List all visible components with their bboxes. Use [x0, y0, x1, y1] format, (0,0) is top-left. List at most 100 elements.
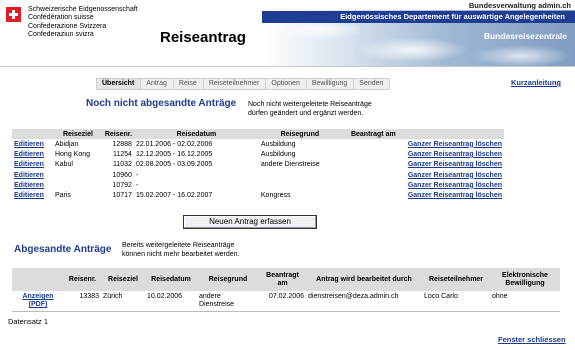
cell-number: 10792: [112, 181, 132, 189]
header-divider: [0, 66, 575, 67]
table-row: Editieren Kabul 11032 02.08.2005 - 03.09…: [12, 160, 504, 170]
table-row: Editieren Hong Kong 11254 12.12.2005 - 1…: [12, 149, 504, 159]
unsent-requests-table: Reiseziel Reisenr. Reisedatum Reisegrund…: [12, 129, 504, 201]
cell-requested: [341, 170, 406, 180]
table-row: Editieren Abidjan 12888 22.01.2006 - 02.…: [12, 139, 504, 149]
quick-guide-link[interactable]: Kurzanleitung: [511, 78, 561, 87]
column-header-date: Reisedatum: [145, 268, 197, 291]
table-divider: [12, 311, 560, 312]
cell-date: 02.08.2005 - 03.09.2005: [135, 161, 213, 169]
edit-link[interactable]: Editieren: [12, 180, 53, 190]
unsent-description-line: dürfen geändert und ergänzt werden.: [248, 110, 364, 117]
table-row: Editieren 10960 - Ganzer Reiseantrag lös…: [12, 170, 504, 180]
unsent-section-title: Noch nicht abgesandte Anträge: [86, 98, 237, 109]
column-header-reason: Reisegrund: [258, 129, 341, 139]
department-name: Eidgenössisches Departement für auswärti…: [340, 12, 565, 21]
cell-destination: [53, 180, 103, 190]
table-header-row: Reiseziel Reisenr. Reisedatum Reisegrund…: [12, 129, 504, 139]
cell-reason: andere Dienstreise: [199, 293, 235, 308]
cell-reason: [259, 180, 341, 190]
column-header-handler: Antrag wird bearbeitet durch: [306, 268, 422, 291]
column-header-approval: Elektronische Bewilligung: [490, 268, 560, 291]
cell-date: 10.02.2006: [147, 293, 183, 300]
cell-reason: andere Dienstreise: [260, 161, 320, 169]
confederation-names: Schweizerische Eidgenossenschaft Confédé…: [28, 6, 138, 40]
admin-portal-link[interactable]: Bundesverwaltung admin.ch: [469, 1, 571, 10]
cell-date: -: [135, 171, 139, 179]
table-row: Anzeigen (PDF) 13383 Zürich 10.02.2006 a…: [12, 291, 560, 311]
column-header-destination: Reiseziel: [101, 268, 145, 291]
edit-link[interactable]: Editieren: [12, 139, 53, 149]
cell-date: 15.02.2007 - 16.02.2007: [135, 192, 213, 200]
step-participants[interactable]: Reiseteilnehmer: [202, 78, 267, 90]
cell-destination: Hong Kong: [54, 150, 91, 158]
unsent-description-line: Noch nicht weitergeleitete Reiseanträge: [248, 101, 372, 108]
cell-number: 11032: [113, 161, 132, 169]
column-header-delete: [405, 129, 504, 139]
sent-section-description: Bereits weitergeleitete Reiseanträge kön…: [122, 241, 240, 259]
step-approval[interactable]: Bewilligung: [305, 78, 355, 90]
cell-approval: ohne: [492, 293, 508, 300]
column-header-destination: Reiseziel: [52, 129, 103, 139]
cell-destination: Kabul: [54, 161, 73, 169]
column-header-requested: Beantragt am: [259, 268, 306, 291]
cell-requested: [341, 149, 406, 159]
wizard-steps: Übersicht Antrag Reise Reiseteilnehmer O…: [96, 78, 391, 90]
edit-link[interactable]: Editieren: [12, 190, 53, 200]
delete-request-link[interactable]: Ganzer Reiseantrag löschen: [406, 170, 504, 180]
cell-handler: dienstreisen@deza.admin.ch: [308, 293, 399, 300]
cell-destination: Zürich: [103, 293, 123, 300]
step-request[interactable]: Antrag: [140, 78, 174, 90]
delete-request-link[interactable]: Ganzer Reiseantrag löschen: [406, 180, 504, 190]
step-trip[interactable]: Reise: [172, 78, 204, 90]
column-header-action: [12, 129, 53, 139]
page-title: Reiseantrag: [160, 29, 246, 46]
column-header-number: Reisenr.: [102, 129, 134, 139]
sent-description-line: Bereits weitergeleitete Reiseanträge: [122, 242, 235, 249]
close-window-link[interactable]: Fenster schliessen: [498, 335, 566, 344]
delete-request-link[interactable]: Ganzer Reiseantrag löschen: [406, 139, 504, 149]
delete-request-link[interactable]: Ganzer Reiseantrag löschen: [406, 160, 504, 170]
sent-section-title: Abgesandte Anträge: [14, 244, 112, 255]
column-header-number: Reisenr.: [64, 268, 101, 291]
cell-requested: [341, 160, 406, 170]
table-row: Editieren Paris 10717 15.02.2007 - 16.02…: [12, 190, 504, 200]
cell-number: 12888: [112, 140, 132, 148]
cell-destination: Paris: [54, 192, 71, 200]
swiss-flag-icon: [6, 7, 21, 22]
cell-number: 13383: [79, 293, 99, 300]
delete-request-link[interactable]: Ganzer Reiseantrag löschen: [406, 149, 504, 159]
step-options[interactable]: Optionen: [265, 78, 307, 90]
edit-link[interactable]: Editieren: [12, 149, 53, 159]
table-header-row: Reisenr. Reiseziel Reisedatum Reisegrund…: [12, 268, 560, 291]
cell-date: 22.01.2006 - 02.02.2006: [135, 140, 213, 148]
cell-destination: [53, 170, 103, 180]
cell-number: 11254: [113, 150, 132, 158]
cell-requested: 07.02.2006: [268, 293, 304, 300]
table-row: Editieren 10792 - Ganzer Reiseantrag lös…: [12, 180, 504, 190]
cell-number: 10960: [112, 171, 132, 179]
new-request-button[interactable]: Neuen Antrag erfassen: [183, 215, 317, 229]
column-header-reason: Reisegrund: [197, 268, 259, 291]
column-header-action: [12, 268, 64, 291]
sent-description-line: können nicht mehr bearbeitet werden.: [122, 251, 240, 258]
edit-link[interactable]: Editieren: [12, 160, 53, 170]
cell-date: -: [135, 181, 139, 189]
record-count: Datensatz 1: [8, 317, 49, 326]
confederation-name-rm: Confederaziun svizra: [28, 31, 94, 39]
confederation-name-de: Schweizerische Eidgenossenschaft: [28, 6, 138, 13]
step-send[interactable]: Senden: [353, 78, 391, 90]
cell-date: 12.12.2005 - 16.12.2005: [135, 150, 213, 158]
cell-reason: [259, 170, 341, 180]
cell-participant: Loco Carlo: [424, 293, 458, 300]
cell-number: 10717: [112, 192, 132, 200]
step-overview[interactable]: Übersicht: [96, 78, 142, 90]
view-pdf-link[interactable]: Anzeigen (PDF): [12, 291, 64, 311]
delete-request-link[interactable]: Ganzer Reiseantrag löschen: [406, 190, 504, 200]
confederation-name-it: Confederazione Svizzera: [28, 22, 107, 30]
unsent-section-description: Noch nicht weitergeleitete Reiseanträge …: [248, 100, 372, 118]
edit-link[interactable]: Editieren: [12, 170, 53, 180]
cell-requested: [341, 139, 406, 149]
cell-reason: Ausbildung: [260, 150, 296, 158]
cell-requested: [341, 190, 406, 200]
